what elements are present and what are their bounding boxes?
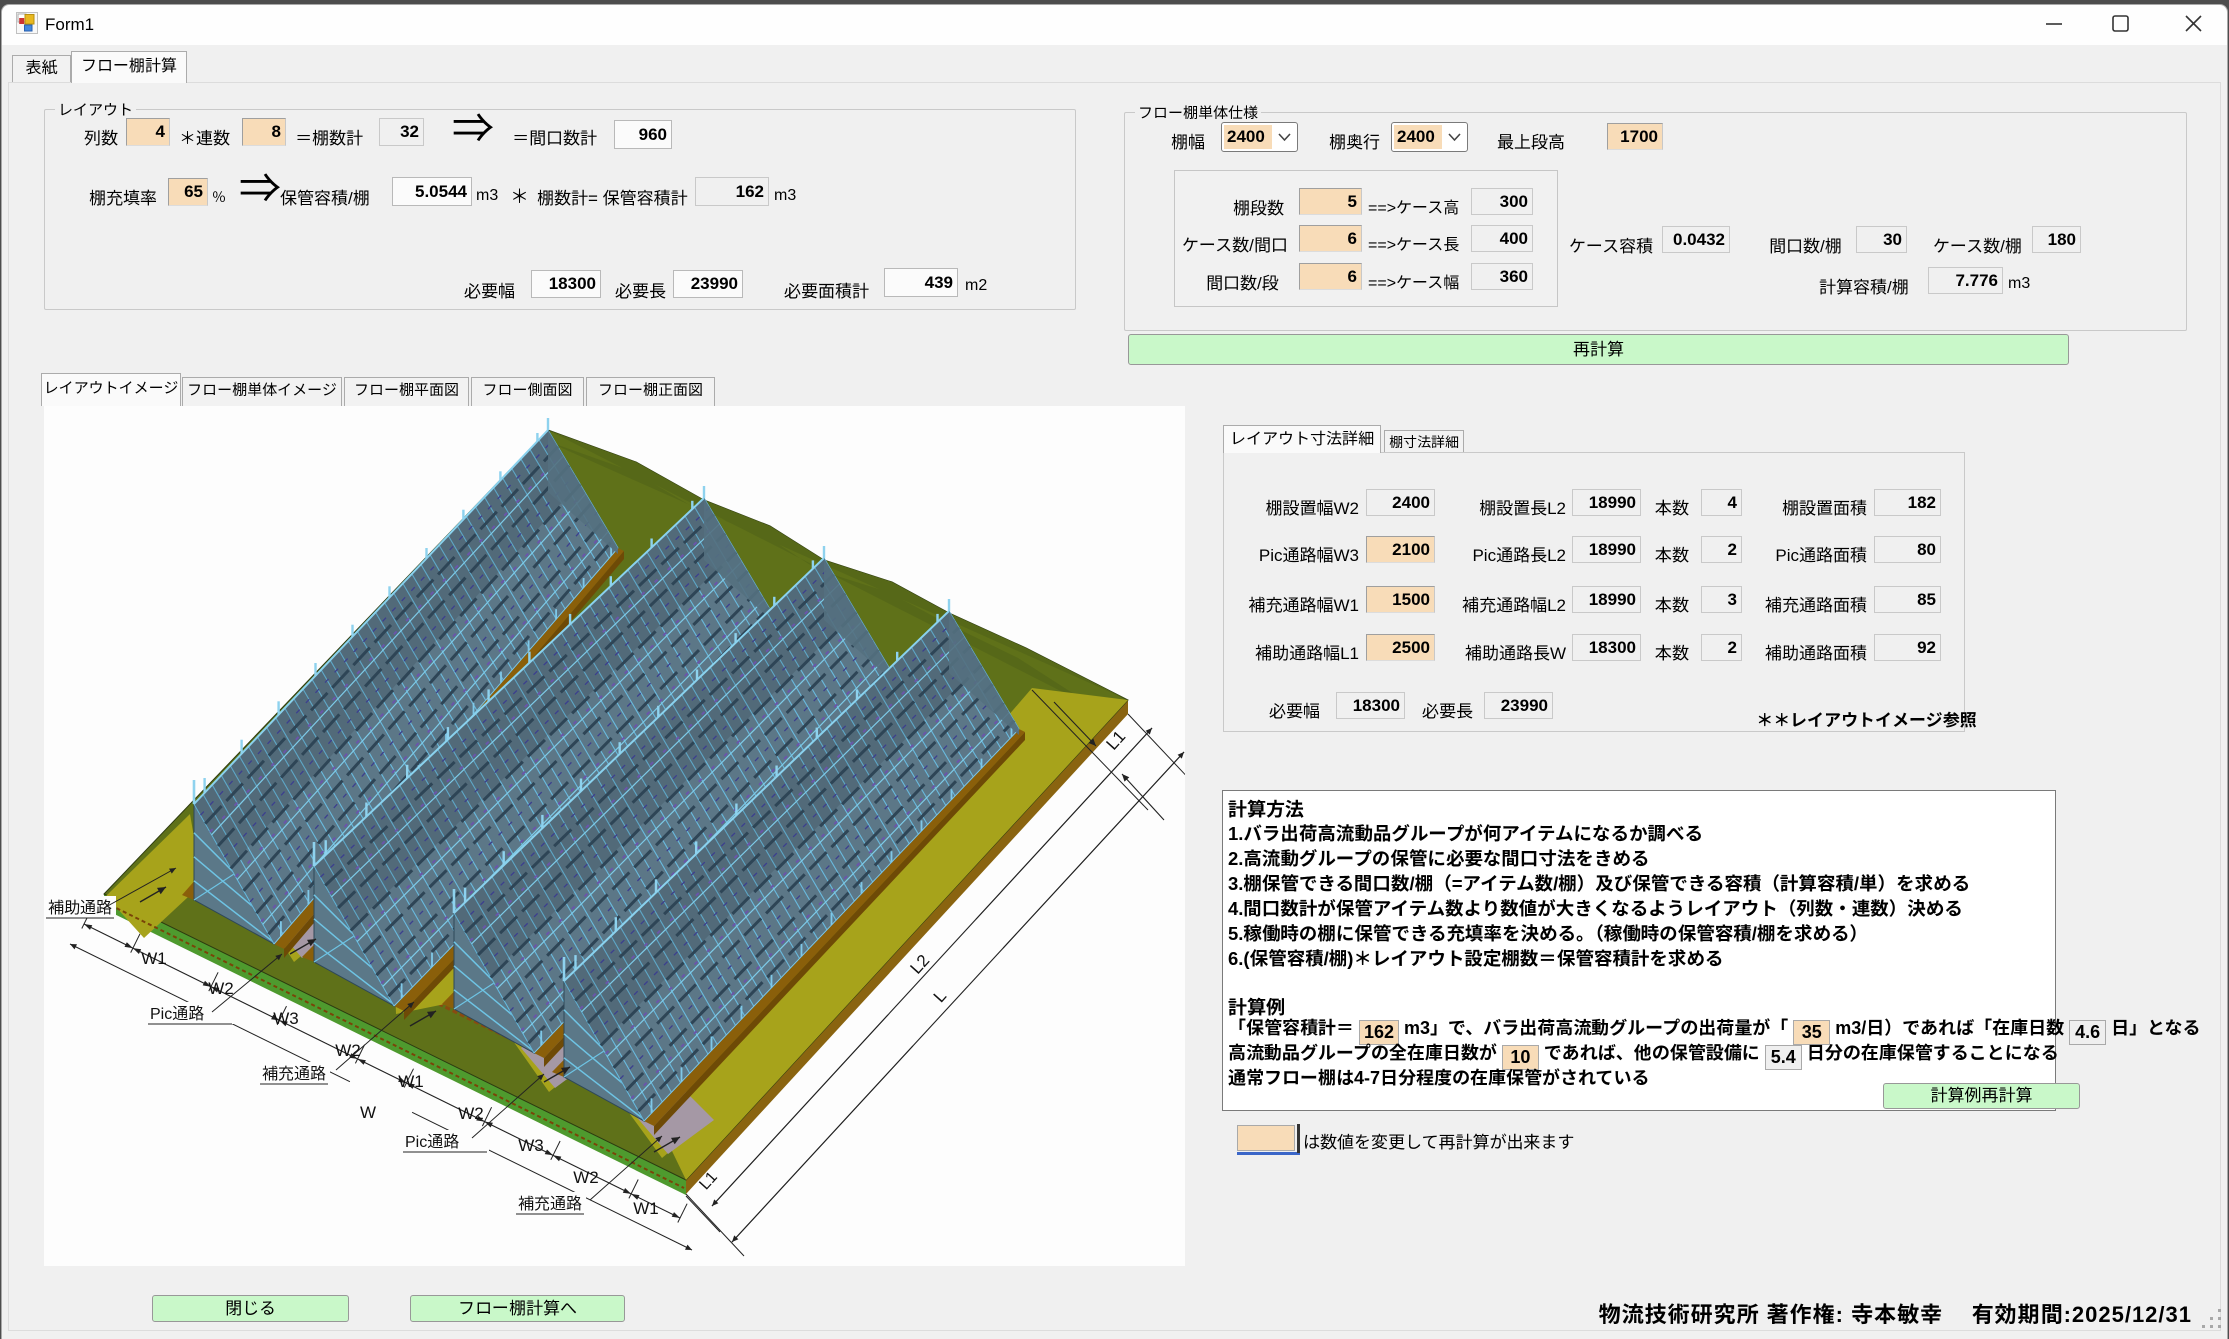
- svg-text:W2: W2: [208, 979, 234, 998]
- svg-text:W2: W2: [458, 1104, 484, 1123]
- svg-text:補充通路: 補充通路: [262, 1065, 326, 1083]
- svg-text:W1: W1: [398, 1072, 424, 1091]
- svg-text:W1: W1: [633, 1199, 659, 1218]
- svg-text:W3: W3: [518, 1136, 544, 1155]
- svg-text:W2: W2: [335, 1041, 361, 1060]
- svg-text:Pic通路: Pic通路: [150, 1005, 204, 1023]
- svg-text:Pic通路: Pic通路: [405, 1133, 459, 1151]
- svg-text:W: W: [360, 1103, 376, 1122]
- svg-text:W3: W3: [273, 1009, 299, 1028]
- svg-text:補充通路: 補充通路: [518, 1195, 582, 1213]
- svg-text:補助通路: 補助通路: [48, 899, 112, 917]
- svg-text:W1: W1: [141, 949, 167, 968]
- svg-text:W2: W2: [573, 1168, 599, 1187]
